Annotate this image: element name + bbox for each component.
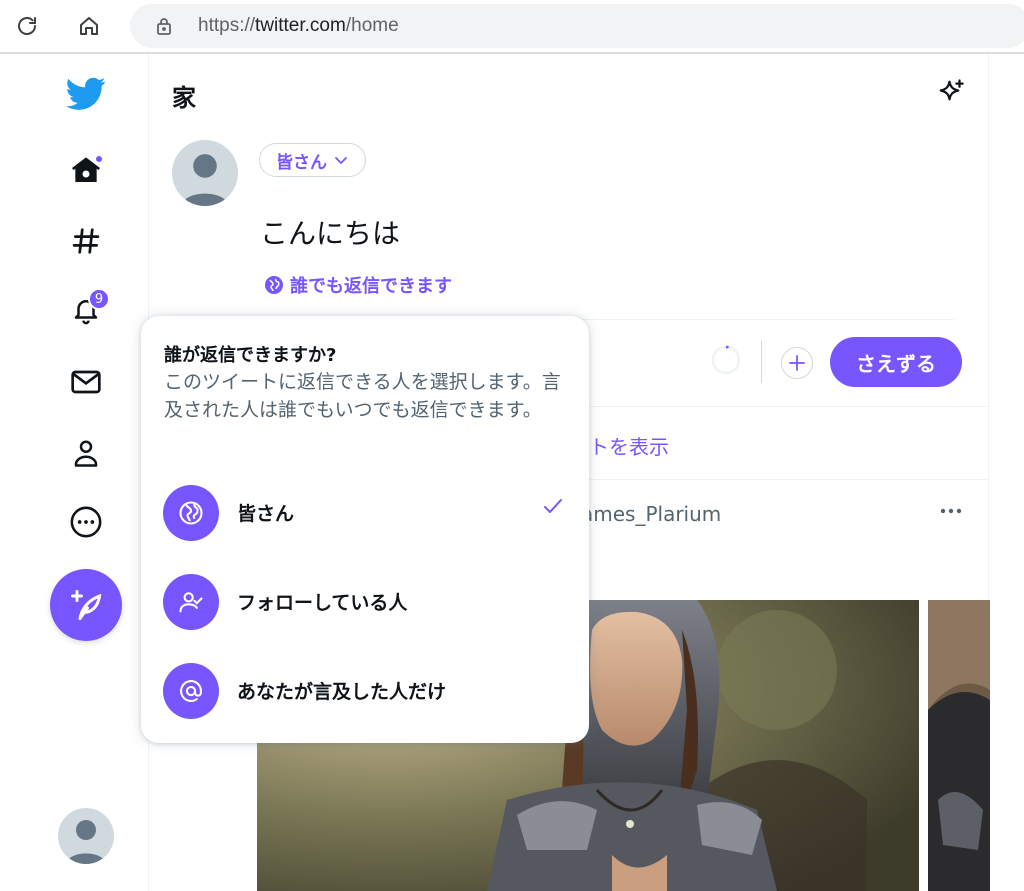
person-check-icon — [163, 574, 219, 630]
composer-avatar — [172, 140, 238, 206]
lock-icon — [157, 18, 171, 35]
unread-dot — [94, 154, 104, 164]
globe-icon — [265, 276, 283, 294]
checkmark-icon — [544, 499, 562, 513]
top-tweets-button[interactable] — [937, 78, 967, 108]
sidebar-nav: 9 — [0, 54, 149, 891]
character-progress-icon — [711, 345, 741, 375]
default-avatar-icon — [181, 154, 229, 206]
person-icon — [74, 440, 98, 467]
second-media-image — [928, 600, 990, 891]
sidebar-item-profile[interactable] — [64, 431, 108, 475]
sparkle-icon — [939, 79, 964, 101]
reply-option-following[interactable]: フォローしている人 — [141, 564, 589, 640]
notifications-badge: 9 — [88, 288, 110, 310]
globe-icon — [163, 485, 219, 541]
tweet-media-image-2[interactable] — [928, 600, 990, 891]
more-horizontal-icon — [940, 508, 962, 514]
twitter-logo-link[interactable] — [64, 72, 108, 116]
hashtag-icon — [72, 228, 100, 254]
twitter-bird-icon — [66, 77, 106, 110]
account-avatar[interactable] — [58, 808, 114, 864]
feather-plus-icon — [71, 590, 102, 620]
reply-option-mentioned[interactable]: あなたが言及した人だけ — [141, 653, 589, 729]
address-bar[interactable]: https://twitter.com/home — [130, 4, 1024, 48]
tweet-more-button[interactable] — [937, 501, 965, 521]
sidebar-item-home[interactable] — [64, 148, 108, 192]
reply-option-label: あなたが言及した人だけ — [237, 681, 447, 703]
default-avatar-icon — [66, 820, 106, 864]
sidebar-item-explore[interactable] — [64, 219, 108, 263]
tweet-textarea[interactable]: こんにちは — [260, 212, 400, 252]
show-new-tweets-text: トを表示 — [589, 435, 669, 459]
browser-toolbar: https://twitter.com/home — [0, 0, 1024, 54]
reload-button[interactable] — [10, 9, 44, 43]
plus-icon — [789, 355, 805, 371]
reload-icon — [18, 17, 36, 35]
popover-description: このツイートに返信できる人を選択します。言及された人は誰でもいつでも返信できます… — [164, 371, 561, 421]
reply-option-label: フォローしている人 — [237, 592, 408, 614]
home-icon — [80, 17, 98, 35]
url-text: https://twitter.com/home — [198, 15, 399, 36]
home-button[interactable] — [72, 9, 106, 43]
sidebar-item-messages[interactable] — [64, 360, 108, 404]
tweet-button[interactable]: さえずる — [830, 337, 962, 387]
chevron-down-icon — [335, 157, 347, 165]
sidebar-item-notifications[interactable]: 9 — [64, 288, 110, 332]
toolbar-separator — [761, 341, 762, 383]
tweet-author-handle[interactable]: ames_Plarium — [581, 502, 721, 526]
reply-setting-label: 誰でも返信できます — [290, 276, 452, 297]
audience-selector[interactable]: 皆さん — [259, 143, 366, 177]
popover-title: 誰が返信できますか? — [164, 345, 337, 366]
sidebar-item-more[interactable] — [64, 500, 108, 544]
reply-option-everyone[interactable]: 皆さん — [141, 475, 589, 551]
mail-icon — [71, 370, 101, 394]
add-thread-button[interactable] — [781, 347, 813, 379]
at-icon — [163, 663, 219, 719]
reply-option-label: 皆さん — [237, 503, 295, 525]
more-circle-icon — [70, 506, 102, 538]
page-title: 家 — [172, 84, 196, 112]
reply-setting-button[interactable]: 誰でも返信できます — [264, 272, 452, 298]
reply-settings-popover: 誰が返信できますか? このツイートに返信できる人を選択します。言及された人は誰で… — [141, 316, 589, 743]
audience-label: 皆さん — [276, 152, 327, 173]
compose-tweet-button[interactable] — [50, 569, 122, 641]
